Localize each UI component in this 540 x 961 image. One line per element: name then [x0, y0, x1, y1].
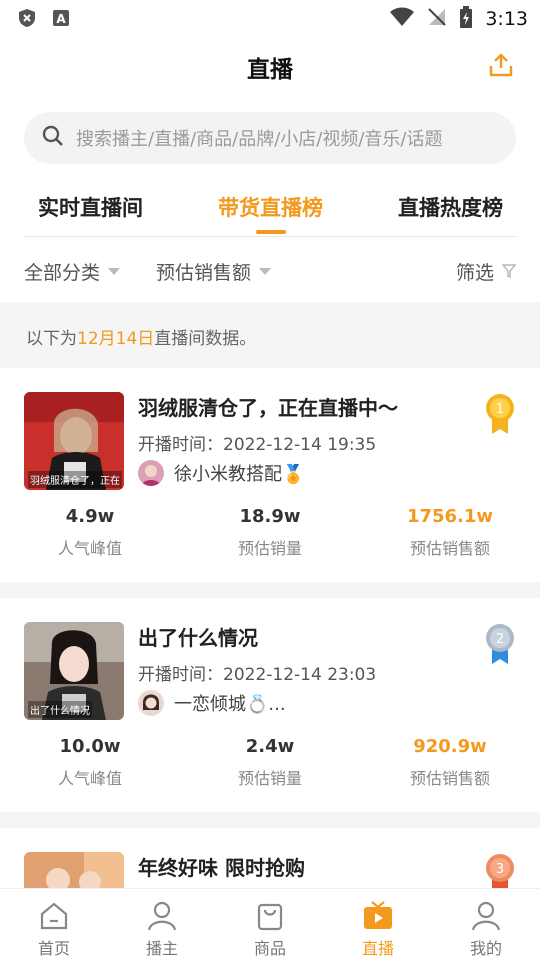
sort-filter-label: 预估销售额: [156, 262, 252, 284]
profile-icon: [469, 899, 503, 933]
page-title: 直播: [247, 57, 293, 83]
live-card[interactable]: 羽绒服清仓了，正在 羽绒服清仓了，正在直播中～ 开播时间：2022-12-14 …: [0, 368, 540, 582]
status-bar: A 3:13: [0, 0, 540, 38]
notice-text: 以下为12月14日直播间数据。: [26, 329, 257, 349]
start-time: 开播时间：2022-12-14 19:35: [138, 435, 377, 455]
svg-text:A: A: [56, 12, 66, 26]
thumbnail-caption: 羽绒服清仓了，正在: [28, 471, 122, 488]
top-bar: 直播: [0, 38, 540, 100]
nav-mine[interactable]: 我的: [432, 889, 540, 961]
live-thumbnail[interactable]: 羽绒服清仓了，正在: [24, 392, 124, 490]
rank-medal-gold-icon: 1: [484, 392, 516, 436]
nav-goods[interactable]: 商品: [216, 889, 324, 961]
caret-down-icon: [108, 268, 121, 275]
stat-sales-volume: 18.9w 预估销量: [237, 506, 302, 558]
battery-icon: [459, 6, 473, 32]
stat-sales-amount: 920.9w 预估销售额: [409, 736, 490, 788]
start-time: 开播时间：2022-12-14 23:03: [138, 665, 377, 685]
live-card[interactable]: 年终好味 限时抢购 3: [0, 828, 540, 888]
shield-icon: [18, 8, 36, 28]
screen-filter[interactable]: 筛选: [455, 258, 517, 285]
svg-text:3: 3: [496, 862, 504, 877]
home-icon: [37, 899, 71, 933]
rank-medal-silver-icon: 2: [484, 622, 516, 666]
anchor-info[interactable]: 徐小米教搭配🏅: [138, 460, 304, 486]
tab-sales-rank[interactable]: 带货直播榜: [218, 192, 323, 222]
stat-sales-amount: 1756.1w 预估销售额: [406, 506, 494, 558]
tv-icon: [361, 899, 395, 933]
screen-filter-label: 筛选: [455, 262, 494, 284]
no-signal-icon: [427, 7, 447, 31]
live-thumbnail[interactable]: [24, 852, 124, 888]
filter-bar: 全部分类 预估销售额 筛选: [0, 246, 540, 296]
divider: [24, 236, 516, 237]
rank-medal-bronze-icon: 3: [484, 852, 516, 888]
stat-popularity: 4.9w 人气峰值: [57, 506, 122, 558]
font-icon: A: [52, 8, 70, 28]
nav-home[interactable]: 首页: [0, 889, 108, 961]
funnel-icon: [501, 261, 517, 283]
avatar: [138, 460, 164, 486]
notice-bar: 以下为12月14日直播间数据。: [0, 302, 540, 368]
card-separator: [0, 812, 540, 828]
svg-text:2: 2: [496, 632, 504, 647]
anchor-name: 一恋倾城💍...: [174, 694, 286, 715]
live-title: 出了什么情况: [138, 626, 258, 650]
card-separator: [0, 582, 540, 598]
tab-realtime[interactable]: 实时直播间: [38, 192, 143, 222]
notice-date: 12月14日: [77, 329, 155, 349]
stat-popularity: 10.0w 人气峰值: [57, 736, 122, 788]
nav-label: 商品: [253, 939, 286, 958]
live-card[interactable]: 出了什么情况 出了什么情况 开播时间：2022-12-14 23:03 一恋倾城…: [0, 598, 540, 812]
svg-text:1: 1: [496, 402, 504, 417]
search-icon: [42, 125, 64, 151]
search-placeholder: 搜索播主/直播/商品/品牌/小店/视频/音乐/话题: [76, 129, 443, 150]
nav-label: 首页: [37, 939, 70, 958]
nav-live[interactable]: 直播: [324, 889, 432, 961]
user-icon: [145, 899, 179, 933]
search-input[interactable]: 搜索播主/直播/商品/品牌/小店/视频/音乐/话题: [24, 112, 516, 164]
anchor-name: 徐小米教搭配🏅: [174, 464, 305, 485]
sort-filter[interactable]: 预估销售额: [156, 258, 272, 285]
bottom-nav: 首页 播主 商品 直播 我的: [0, 888, 540, 960]
live-title: 羽绒服清仓了，正在直播中～: [138, 396, 398, 420]
nav-anchor[interactable]: 播主: [108, 889, 216, 961]
tab-heat-rank[interactable]: 直播热度榜: [398, 192, 503, 222]
live-title: 年终好味 限时抢购: [138, 856, 305, 880]
caret-down-icon: [259, 268, 272, 275]
stat-sales-volume: 2.4w 预估销量: [237, 736, 302, 788]
wifi-icon: [389, 7, 415, 31]
nav-label: 我的: [469, 939, 502, 958]
category-filter[interactable]: 全部分类: [24, 258, 121, 285]
live-thumbnail[interactable]: 出了什么情况: [24, 622, 124, 720]
nav-label: 播主: [145, 939, 178, 958]
anchor-info[interactable]: 一恋倾城💍...: [138, 690, 286, 716]
thumbnail-caption: 出了什么情况: [28, 701, 92, 718]
clock: 3:13: [485, 8, 528, 30]
share-icon[interactable]: [488, 52, 514, 78]
active-tab-indicator: [256, 230, 286, 234]
tab-bar: 实时直播间 带货直播榜 直播热度榜: [0, 180, 540, 238]
nav-label: 直播: [361, 939, 394, 958]
category-filter-label: 全部分类: [24, 262, 101, 284]
bag-icon: [253, 899, 287, 933]
avatar: [138, 690, 164, 716]
